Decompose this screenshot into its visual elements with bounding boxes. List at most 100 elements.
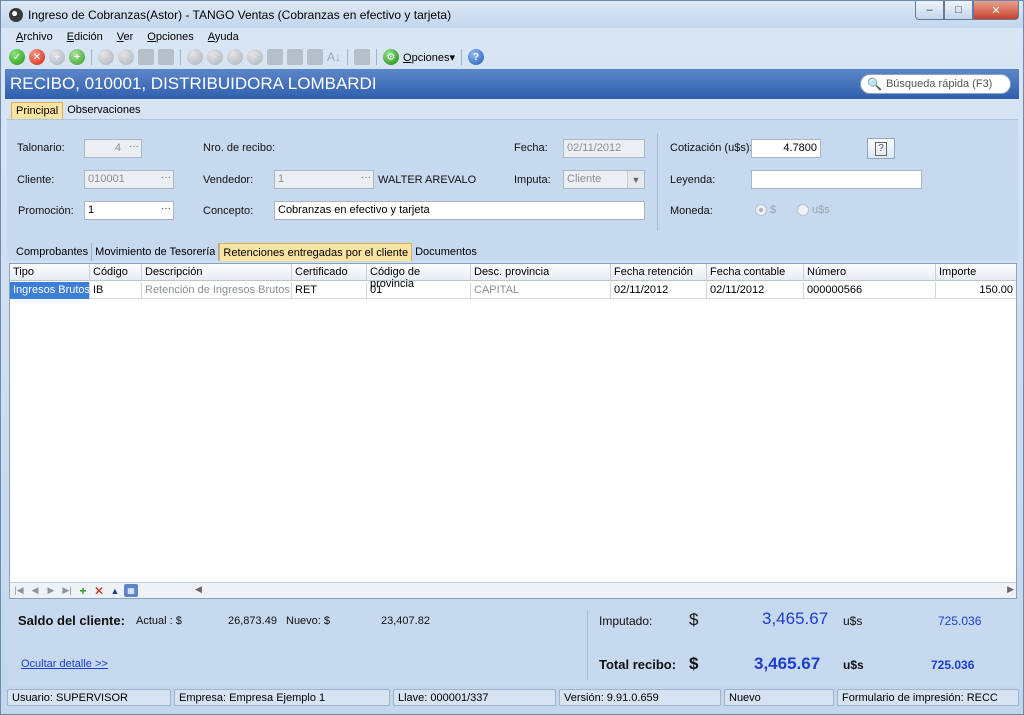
moneda-label: Moneda: [670, 205, 713, 217]
form-divider [657, 133, 658, 231]
lookup-icon[interactable]: ··· [361, 172, 371, 183]
previous-icon[interactable]: ◀ [28, 584, 42, 597]
grid-cell-numero[interactable]: 000000566 [804, 282, 936, 299]
imputado-currency: $ [689, 610, 699, 629]
help-icon[interactable]: ? [468, 49, 485, 65]
grid-cell-codigo-provincia[interactable]: 01 [367, 282, 471, 299]
cancel-icon[interactable]: ✕ [29, 49, 45, 65]
menu-ver[interactable]: Ver [110, 30, 141, 46]
export-icon[interactable] [267, 49, 283, 65]
status-empresa: Empresa: Empresa Ejemplo 1 [174, 689, 390, 706]
imputa-select[interactable]: Cliente ▼ [563, 170, 645, 189]
grid-cell-descripcion[interactable]: Retención de Ingresos Brutos [142, 282, 292, 299]
menu-ayuda[interactable]: Ayuda [201, 30, 246, 46]
column-header[interactable]: Tipo [10, 264, 90, 281]
retenciones-grid[interactable]: Tipo Código Descripción Certificado Códi… [9, 263, 1017, 599]
quick-search-input[interactable]: 🔍 Búsqueda rápida (F3) [860, 74, 1011, 94]
next-icon[interactable]: ▶ [44, 584, 58, 597]
talonario-field[interactable]: 4 ··· [84, 139, 142, 158]
previous-record-icon[interactable] [207, 49, 223, 65]
column-header[interactable]: Desc. provincia [471, 264, 611, 281]
grid-cell-fecha-retencion[interactable]: 02/11/2012 [611, 282, 707, 299]
last-icon[interactable]: ▶| [60, 584, 74, 597]
grid-cell-certificado[interactable]: RET [292, 282, 367, 299]
column-header[interactable]: Fecha contable [707, 264, 804, 281]
vendedor-field[interactable]: 1 ··· [274, 170, 374, 189]
leyenda-field[interactable] [751, 170, 922, 189]
grid-cell-fecha-contable[interactable]: 02/11/2012 [707, 282, 804, 299]
cotizacion-help-button[interactable]: ? [867, 138, 895, 159]
users-icon[interactable] [138, 49, 154, 65]
tab-comprobantes[interactable]: Comprobantes [13, 243, 93, 261]
tab-principal[interactable]: Principal [11, 102, 64, 120]
moneda-radio-pesos[interactable]: $ [755, 204, 776, 216]
lookup-icon[interactable]: ··· [129, 141, 139, 152]
remove-icon[interactable] [98, 49, 114, 65]
scroll-right-icon[interactable]: ▶ [1007, 584, 1014, 595]
nro-recibo-label: Nro. de recibo: [203, 142, 276, 154]
promocion-field[interactable]: 1 ··· [84, 201, 174, 220]
grid-cell-desc-provincia[interactable]: CAPITAL [471, 282, 611, 299]
column-header[interactable]: Certificado [292, 264, 367, 281]
fecha-label: Fecha: [514, 142, 548, 154]
column-header[interactable]: Código de provincia [367, 264, 471, 290]
scroll-left-icon[interactable]: ◀ [195, 584, 202, 595]
summary-divider [587, 610, 588, 680]
minimize-button[interactable]: – [915, 1, 944, 20]
confirm-icon[interactable]: ✓ [9, 49, 25, 65]
toolbar-separator [91, 49, 92, 65]
ocultar-detalle-link[interactable]: Ocultar detalle >> [21, 658, 108, 670]
move-up-icon[interactable]: ▲ [108, 584, 122, 597]
first-record-icon[interactable] [187, 49, 203, 65]
grid-settings-icon[interactable]: ▦ [124, 584, 138, 597]
menu-opciones[interactable]: Opciones [140, 30, 200, 46]
talonario-label: Talonario: [17, 142, 65, 154]
lookup-icon[interactable]: ··· [161, 172, 171, 183]
tab-observaciones[interactable]: Observaciones [63, 102, 144, 120]
chevron-down-icon[interactable]: ▼ [627, 171, 644, 188]
close-button[interactable]: ✕ [973, 1, 1019, 20]
add-icon[interactable]: + [69, 49, 85, 65]
document-icon[interactable] [158, 49, 174, 65]
grid-cell-tipo[interactable]: Ingresos Brutos [10, 282, 90, 299]
toolbar-separator [461, 49, 463, 65]
status-estado: Nuevo [724, 689, 834, 706]
menu-edicion[interactable]: Edición [60, 30, 110, 46]
column-header[interactable]: Importe [936, 264, 1016, 281]
next-record-icon[interactable] [227, 49, 243, 65]
delete-row-icon[interactable]: ✕ [92, 584, 106, 598]
tab-movimiento-tesoreria[interactable]: Movimiento de Tesorería [92, 243, 220, 261]
grid-cell-codigo[interactable]: IB [90, 282, 142, 299]
menu-archivo[interactable]: Archivo [9, 30, 60, 46]
up-icon[interactable] [118, 49, 134, 65]
navigator-buttons: |◀ ◀ ▶ ▶| + ✕ ▲ ▦ [12, 584, 138, 598]
first-icon[interactable]: |◀ [12, 584, 26, 597]
concepto-field[interactable]: Cobranzas en efectivo y tarjeta [274, 201, 645, 220]
column-header[interactable]: Fecha retención [611, 264, 707, 281]
add-disabled-icon[interactable]: + [49, 49, 65, 65]
filter-icon[interactable] [287, 49, 303, 65]
moneda-radio-dolares[interactable]: u$s [797, 204, 830, 216]
tab-documentos[interactable]: Documentos [412, 243, 480, 261]
maximize-button[interactable]: □ [944, 1, 973, 20]
options-button[interactable]: Opciones▾ [403, 51, 455, 64]
favorite-icon[interactable] [307, 49, 323, 65]
grid-cell-importe[interactable]: 150.00 [936, 282, 1016, 299]
fecha-field[interactable]: 02/11/2012 [563, 139, 645, 158]
search-placeholder: Búsqueda rápida (F3) [885, 78, 993, 90]
lookup-icon[interactable]: ··· [161, 203, 171, 214]
horizontal-scrollbar[interactable]: ◀ ▶ [195, 584, 1014, 597]
print-icon[interactable] [354, 49, 371, 65]
cotizacion-field[interactable]: 4.7800 [751, 139, 821, 158]
sort-icon[interactable]: A↓ [327, 50, 341, 64]
column-header[interactable]: Descripción [142, 264, 292, 281]
insert-row-icon[interactable]: + [76, 584, 90, 598]
cliente-field[interactable]: 010001 ··· [84, 170, 174, 189]
last-record-icon[interactable] [247, 49, 263, 65]
tab-retenciones[interactable]: Retenciones entregadas por el cliente [219, 243, 413, 261]
options-icon[interactable]: ⚙ [383, 49, 400, 65]
column-header[interactable]: Número [804, 264, 936, 281]
table-row[interactable]: Ingresos Brutos IB Retención de Ingresos… [10, 282, 1016, 299]
column-header[interactable]: Código [90, 264, 142, 281]
title-bar[interactable]: Ingreso de Cobranzas(Astor) - TANGO Vent… [1, 1, 1023, 28]
